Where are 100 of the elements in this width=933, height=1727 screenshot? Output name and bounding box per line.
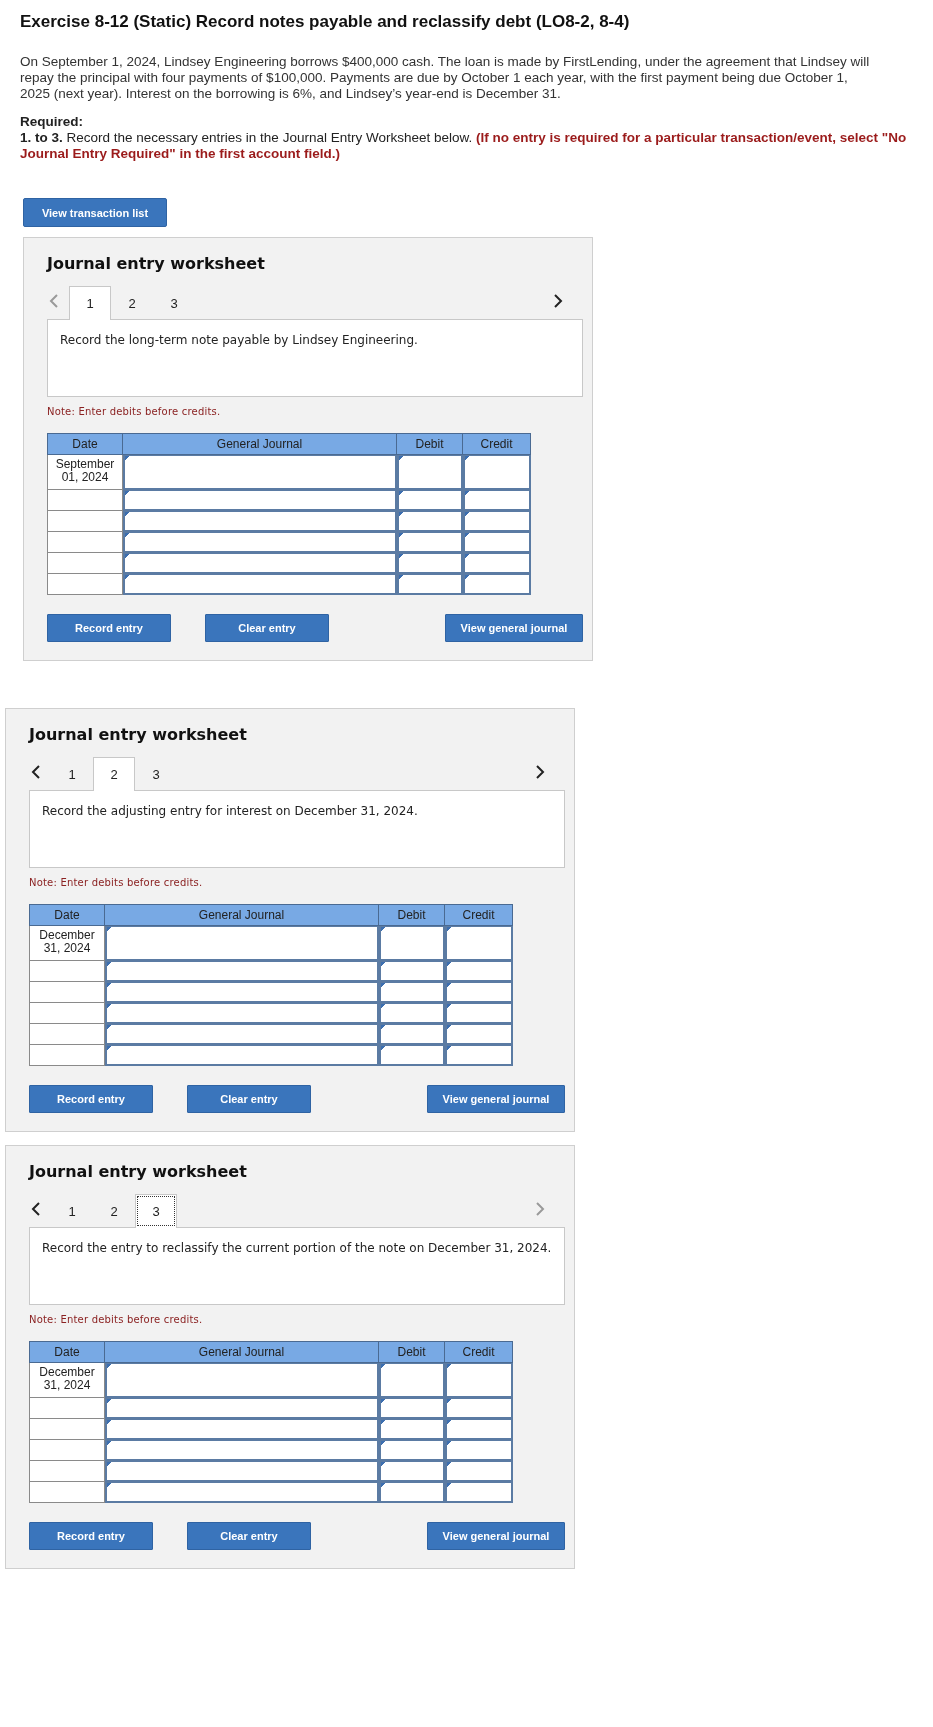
account-input-field[interactable] xyxy=(123,532,397,553)
debit-input-field[interactable] xyxy=(379,1363,445,1398)
view-general-journal-button[interactable]: View general journal xyxy=(445,614,583,642)
clear-entry-button[interactable]: Clear entry xyxy=(205,614,329,642)
credit-input-field[interactable] xyxy=(463,553,531,574)
worksheet-tab[interactable]: 3 xyxy=(153,286,195,320)
debit-input-field[interactable] xyxy=(379,1419,445,1440)
account-input-field[interactable] xyxy=(123,490,397,511)
credit-input-field[interactable] xyxy=(445,1024,513,1045)
clear-entry-button[interactable]: Clear entry xyxy=(187,1522,311,1550)
view-transaction-list-button[interactable]: View transaction list xyxy=(23,198,167,227)
account-input-field[interactable] xyxy=(105,1398,379,1419)
credit-input-field[interactable] xyxy=(463,532,531,553)
debit-input-field[interactable] xyxy=(379,1461,445,1482)
view-general-journal-button[interactable]: View general journal xyxy=(427,1085,565,1113)
worksheet-tab[interactable]: 1 xyxy=(51,1194,93,1228)
account-input-field[interactable] xyxy=(105,1003,379,1024)
worksheet-title: Journal entry worksheet xyxy=(47,254,266,273)
debit-input-field[interactable] xyxy=(379,1440,445,1461)
record-entry-button[interactable]: Record entry xyxy=(47,614,171,642)
instruction-text: 1. to 3. Record the necessary entries in the Journal Entry Worksheet below. (If no entry is required for a particular transaction/event, select "No Journal Entry Required" in the first account field.) xyxy=(20,130,908,162)
worksheet-tab[interactable]: 3 xyxy=(135,1194,177,1228)
column-header: General Journal xyxy=(105,1341,379,1363)
worksheet-tab[interactable]: 2 xyxy=(111,286,153,320)
worksheet-title: Journal entry worksheet xyxy=(29,725,248,744)
debit-input-field[interactable] xyxy=(397,490,463,511)
note-text: Note: Enter debits before credits. xyxy=(29,877,204,888)
date-cell: September 01, 2024 xyxy=(47,455,123,490)
column-header: Debit xyxy=(397,433,463,455)
credit-input-field[interactable] xyxy=(463,511,531,532)
account-input-field[interactable] xyxy=(105,1363,379,1398)
credit-input-field[interactable] xyxy=(445,1461,513,1482)
credit-input-field[interactable] xyxy=(463,455,531,490)
column-header: Date xyxy=(47,433,123,455)
credit-input-field[interactable] xyxy=(445,1419,513,1440)
credit-input-field[interactable] xyxy=(445,982,513,1003)
column-header: Date xyxy=(29,904,105,926)
worksheet-title: Journal entry worksheet xyxy=(29,1162,248,1181)
column-header: Debit xyxy=(379,904,445,926)
worksheet-tab[interactable]: 3 xyxy=(135,757,177,791)
record-entry-button[interactable]: Record entry xyxy=(29,1085,153,1113)
credit-input-field[interactable] xyxy=(463,574,531,595)
account-input-field[interactable] xyxy=(105,926,379,961)
column-header: Credit xyxy=(445,904,513,926)
debit-input-field[interactable] xyxy=(397,532,463,553)
account-input-field[interactable] xyxy=(105,1419,379,1440)
column-header: Date xyxy=(29,1341,105,1363)
required-label: Required: xyxy=(20,114,84,130)
worksheet-tab[interactable]: 1 xyxy=(51,757,93,791)
column-header: General Journal xyxy=(105,904,379,926)
debit-input-field[interactable] xyxy=(397,511,463,532)
debit-input-field[interactable] xyxy=(397,455,463,490)
account-input-field[interactable] xyxy=(105,1045,379,1066)
clear-entry-button[interactable]: Clear entry xyxy=(187,1085,311,1113)
account-input-field[interactable] xyxy=(123,553,397,574)
debit-input-field[interactable] xyxy=(397,553,463,574)
exercise-title: Exercise 8-12 (Static) Record notes payable and reclassify debt (LO8-2, 8-4) xyxy=(20,12,631,32)
record-entry-button[interactable]: Record entry xyxy=(29,1522,153,1550)
column-header: General Journal xyxy=(123,433,397,455)
prompt-text: Record the long-term note payable by Lindsey Engineering. xyxy=(47,319,583,397)
credit-input-field[interactable] xyxy=(445,1363,513,1398)
account-input-field[interactable] xyxy=(105,1482,379,1503)
problem-text: On September 1, 2024, Lindsey Engineering borrows $400,000 cash. The loan is made by FirstLending, under the agreement that Lindsey will repay the principal with four payments of $100,000. Payments are due by October 1 each year, with the first payment being due October 1, 2025 (next year). Interest on the borrowing is 6%, and Lindsey’s year-end is December 31. xyxy=(20,54,871,102)
account-input-field[interactable] xyxy=(105,1440,379,1461)
credit-input-field[interactable] xyxy=(445,1045,513,1066)
account-input-field[interactable] xyxy=(105,961,379,982)
credit-input-field[interactable] xyxy=(445,926,513,961)
worksheet-tab[interactable]: 1 xyxy=(69,286,111,320)
worksheet-tab[interactable]: 2 xyxy=(93,1194,135,1228)
credit-input-field[interactable] xyxy=(445,961,513,982)
debit-input-field[interactable] xyxy=(379,1482,445,1503)
debit-input-field[interactable] xyxy=(379,1003,445,1024)
date-cell: December 31, 2024 xyxy=(29,926,105,961)
credit-input-field[interactable] xyxy=(445,1440,513,1461)
worksheet-tab[interactable]: 2 xyxy=(93,757,135,791)
account-input-field[interactable] xyxy=(105,1024,379,1045)
debit-input-field[interactable] xyxy=(379,926,445,961)
view-general-journal-button[interactable]: View general journal xyxy=(427,1522,565,1550)
credit-input-field[interactable] xyxy=(463,490,531,511)
column-header: Credit xyxy=(463,433,531,455)
debit-input-field[interactable] xyxy=(379,1024,445,1045)
credit-input-field[interactable] xyxy=(445,1398,513,1419)
note-text: Note: Enter debits before credits. xyxy=(47,406,222,417)
debit-input-field[interactable] xyxy=(379,961,445,982)
account-input-field[interactable] xyxy=(123,455,397,490)
debit-input-field[interactable] xyxy=(379,982,445,1003)
credit-input-field[interactable] xyxy=(445,1482,513,1503)
note-text: Note: Enter debits before credits. xyxy=(29,1314,204,1325)
debit-input-field[interactable] xyxy=(397,574,463,595)
prompt-text: Record the entry to reclassify the current portion of the note on December 31, 2024. xyxy=(29,1227,565,1305)
account-input-field[interactable] xyxy=(123,574,397,595)
column-header: Debit xyxy=(379,1341,445,1363)
account-input-field[interactable] xyxy=(105,1461,379,1482)
account-input-field[interactable] xyxy=(105,982,379,1003)
date-cell: December 31, 2024 xyxy=(29,1363,105,1398)
account-input-field[interactable] xyxy=(123,511,397,532)
credit-input-field[interactable] xyxy=(445,1003,513,1024)
debit-input-field[interactable] xyxy=(379,1045,445,1066)
column-header: Credit xyxy=(445,1341,513,1363)
debit-input-field[interactable] xyxy=(379,1398,445,1419)
